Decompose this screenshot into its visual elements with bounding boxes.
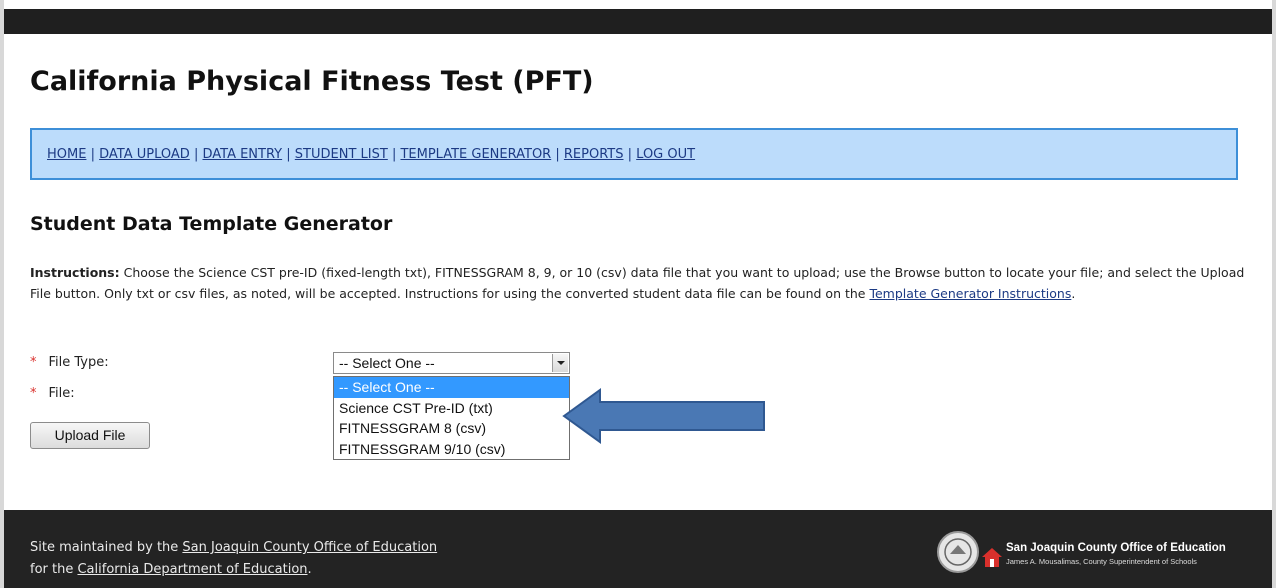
required-marker: *: [30, 355, 37, 370]
file-label: File:: [48, 386, 75, 401]
right-border: [1272, 0, 1276, 588]
page-frame: California Physical Fitness Test (PFT) H…: [0, 0, 1276, 588]
nav-separator: |: [391, 147, 397, 162]
nav-separator: |: [193, 147, 199, 162]
upload-file-button[interactable]: Upload File: [30, 422, 150, 449]
nav-separator: |: [627, 147, 633, 162]
cde-link[interactable]: California Department of Education: [77, 562, 307, 577]
footer: Site maintained by the San Joaquin Count…: [4, 510, 1272, 588]
sjcoe-logo: San Joaquin County Office of Education J…: [936, 530, 1256, 574]
file-type-select[interactable]: -- Select One --: [333, 352, 570, 374]
instructions-label: Instructions:: [30, 265, 120, 280]
page-title: California Physical Fitness Test (PFT): [30, 66, 594, 97]
nav-reports-link[interactable]: REPORTS: [564, 147, 624, 162]
chevron-down-icon[interactable]: [552, 354, 568, 372]
file-type-dropdown-list[interactable]: -- Select One -- Science CST Pre-ID (txt…: [333, 376, 570, 460]
nav-template-generator-link[interactable]: TEMPLATE GENERATOR: [400, 147, 551, 162]
option-fitnessgram-9-10[interactable]: FITNESSGRAM 9/10 (csv): [334, 439, 569, 460]
footer-line-2: for the California Department of Educati…: [30, 559, 437, 581]
logo-subtitle: James A. Mousalimas, County Superintende…: [1006, 557, 1197, 566]
option-science-cst-pre-id[interactable]: Science CST Pre-ID (txt): [334, 398, 569, 419]
template-generator-instructions-link[interactable]: Template Generator Instructions: [869, 286, 1071, 301]
left-arrow-icon: [562, 388, 765, 444]
instructions-end: .: [1071, 286, 1076, 301]
schoolhouse-icon: [982, 548, 1002, 567]
section-title: Student Data Template Generator: [30, 213, 393, 235]
footer-line1-prefix: Site maintained by the: [30, 540, 183, 555]
county-seal-icon: [937, 531, 979, 573]
footer-line-1: Site maintained by the San Joaquin Count…: [30, 537, 437, 559]
option-select-one[interactable]: -- Select One --: [334, 377, 569, 398]
nav-separator: |: [286, 147, 291, 162]
footer-text: Site maintained by the San Joaquin Count…: [30, 537, 437, 581]
file-type-row: * File Type:: [30, 355, 109, 370]
logo-name: San Joaquin County Office of Education: [1006, 542, 1226, 554]
footer-line2-prefix: for the: [30, 562, 78, 577]
file-type-select-value: -- Select One --: [339, 355, 435, 371]
file-row: * File:: [30, 386, 75, 401]
nav-home-link[interactable]: HOME: [47, 147, 86, 162]
left-border: [0, 0, 4, 588]
instructions-text: Instructions: Choose the Science CST pre…: [30, 262, 1245, 304]
footer-line2-end: .: [307, 562, 312, 577]
nav-log-out-link[interactable]: LOG OUT: [636, 147, 695, 162]
nav-box: HOME | DATA UPLOAD | DATA ENTRY | STUDEN…: [30, 128, 1238, 180]
nav-separator: |: [555, 147, 560, 162]
nav-separator: |: [90, 147, 95, 162]
file-type-label: File Type:: [48, 355, 109, 370]
top-bar: [4, 9, 1272, 34]
nav-bar: HOME | DATA UPLOAD | DATA ENTRY | STUDEN…: [47, 147, 695, 162]
option-fitnessgram-8[interactable]: FITNESSGRAM 8 (csv): [334, 418, 569, 439]
required-marker: *: [30, 386, 37, 401]
nav-student-list-link[interactable]: STUDENT LIST: [295, 147, 388, 162]
nav-data-upload-link[interactable]: DATA UPLOAD: [99, 147, 190, 162]
sjcoe-link[interactable]: San Joaquin County Office of Education: [182, 540, 437, 555]
nav-data-entry-link[interactable]: DATA ENTRY: [202, 147, 282, 162]
